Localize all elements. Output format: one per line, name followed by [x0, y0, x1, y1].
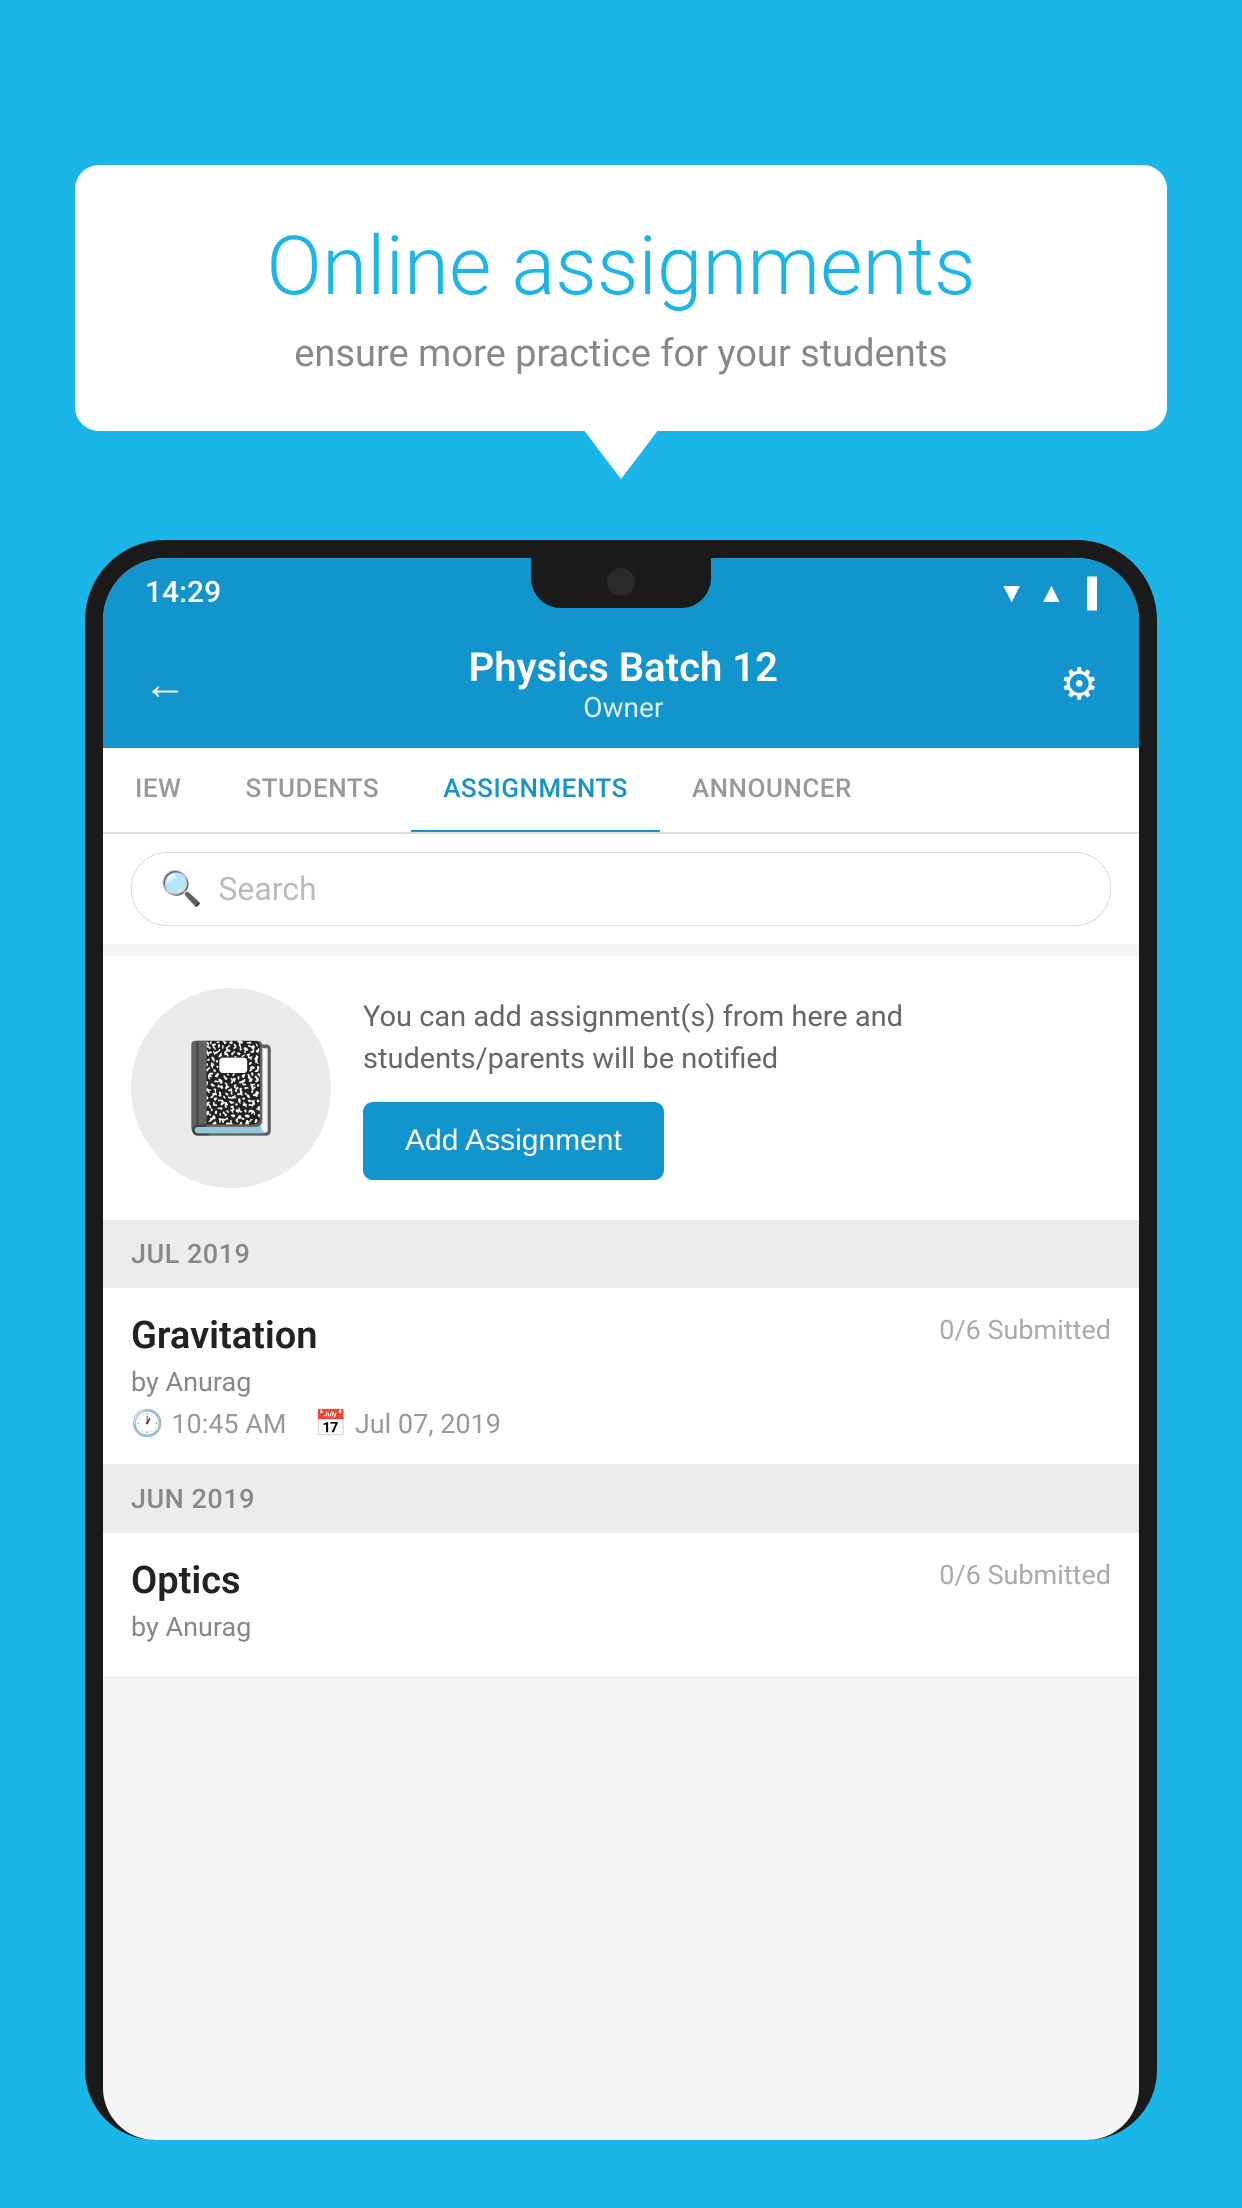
assignment-date-value: Jul 07, 2019 — [355, 1408, 501, 1440]
settings-icon[interactable]: ⚙ — [1060, 658, 1099, 710]
status-time: 14:29 — [145, 575, 221, 610]
tab-assignments[interactable]: ASSIGNMENTS — [411, 748, 660, 834]
bubble-title: Online assignments — [135, 220, 1107, 314]
screen-content: 🔍 Search 📓 You can add assignment(s) fro… — [103, 834, 1139, 1678]
notebook-icon: 📓 — [175, 1036, 287, 1141]
assignment-row-optics: Optics 0/6 Submitted — [131, 1559, 1111, 1603]
phone-outer: 14:29 ▼ ▲ ▐ ← Physics Batch 12 Owner ⚙ I… — [85, 540, 1157, 2140]
speech-bubble: Online assignments ensure more practice … — [75, 165, 1167, 431]
clock-icon: 🕐 — [131, 1409, 163, 1439]
assignment-submitted: 0/6 Submitted — [939, 1314, 1111, 1346]
promo-description: You can add assignment(s) from here and … — [363, 996, 1111, 1080]
search-box[interactable]: 🔍 Search — [131, 852, 1111, 926]
assignment-time: 🕐 10:45 AM — [131, 1408, 287, 1440]
promo-icon-circle: 📓 — [131, 988, 331, 1188]
tabs-bar: IEW STUDENTS ASSIGNMENTS ANNOUNCER — [103, 748, 1139, 834]
section-header-jul: JUL 2019 — [103, 1220, 1139, 1288]
wifi-icon: ▼ — [998, 576, 1026, 609]
assignment-date: 📅 Jul 07, 2019 — [315, 1408, 501, 1440]
bubble-subtitle: ensure more practice for your students — [135, 332, 1107, 376]
signal-icon: ▲ — [1037, 576, 1065, 609]
search-placeholder: Search — [218, 870, 316, 908]
tab-iew[interactable]: IEW — [103, 748, 213, 832]
search-container: 🔍 Search — [103, 834, 1139, 944]
header-title: Physics Batch 12 — [469, 644, 778, 691]
promo-text: You can add assignment(s) from here and … — [363, 996, 1111, 1180]
promo-card: 📓 You can add assignment(s) from here an… — [103, 956, 1139, 1220]
phone-wrapper: 14:29 ▼ ▲ ▐ ← Physics Batch 12 Owner ⚙ I… — [85, 540, 1157, 2208]
status-icons: ▼ ▲ ▐ — [998, 576, 1097, 609]
phone-camera — [607, 568, 635, 596]
header-center: Physics Batch 12 Owner — [469, 644, 778, 724]
assignment-item-optics[interactable]: Optics 0/6 Submitted by Anurag — [103, 1533, 1139, 1678]
header-subtitle: Owner — [469, 691, 778, 724]
assignment-row: Gravitation 0/6 Submitted — [131, 1314, 1111, 1358]
add-assignment-button[interactable]: Add Assignment — [363, 1102, 664, 1180]
section-header-jun: JUN 2019 — [103, 1465, 1139, 1533]
assignment-time-value: 10:45 AM — [171, 1408, 286, 1440]
tab-students[interactable]: STUDENTS — [213, 748, 411, 832]
assignment-name: Gravitation — [131, 1314, 318, 1358]
tab-announcements[interactable]: ANNOUNCER — [660, 748, 884, 832]
back-button[interactable]: ← — [143, 662, 187, 706]
speech-bubble-container: Online assignments ensure more practice … — [75, 165, 1167, 431]
battery-icon: ▐ — [1077, 576, 1097, 609]
assignment-by: by Anurag — [131, 1366, 1111, 1398]
assignment-name-optics: Optics — [131, 1559, 241, 1603]
phone-screen: 14:29 ▼ ▲ ▐ ← Physics Batch 12 Owner ⚙ I… — [103, 558, 1139, 2140]
assignment-submitted-optics: 0/6 Submitted — [939, 1559, 1111, 1591]
calendar-icon: 📅 — [315, 1409, 347, 1439]
assignment-by-optics: by Anurag — [131, 1611, 1111, 1643]
app-header: ← Physics Batch 12 Owner ⚙ — [103, 626, 1139, 748]
search-icon: 🔍 — [160, 869, 202, 909]
assignment-meta-row: 🕐 10:45 AM 📅 Jul 07, 2019 — [131, 1408, 1111, 1440]
assignment-item-gravitation[interactable]: Gravitation 0/6 Submitted by Anurag 🕐 10… — [103, 1288, 1139, 1465]
